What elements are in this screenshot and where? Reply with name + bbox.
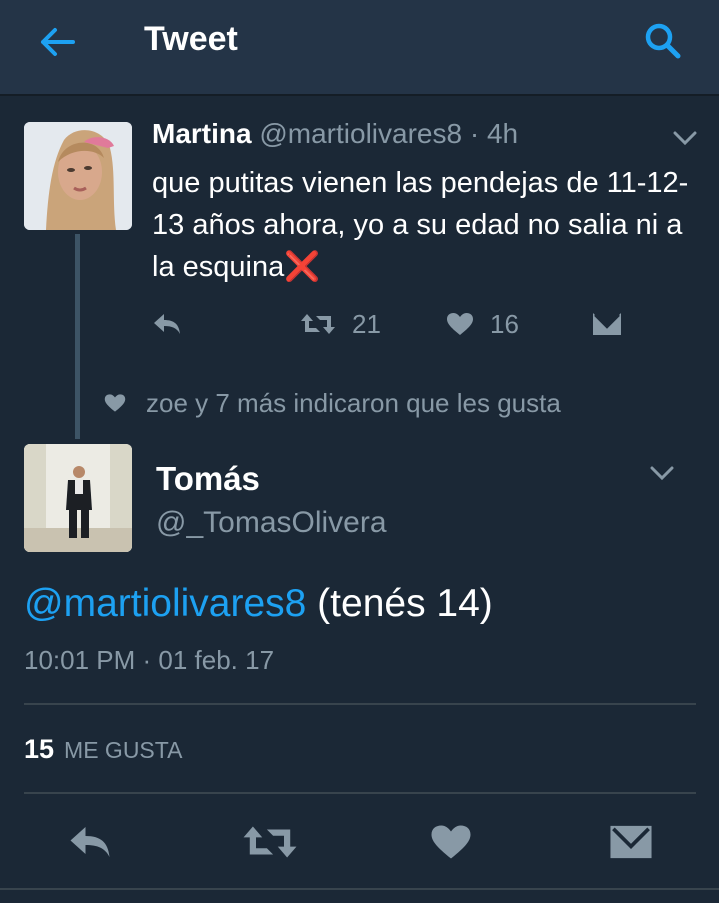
heart-icon (447, 313, 473, 335)
tweet-actions: 21 16 (152, 302, 632, 346)
cross-mark-emoji: ❌ (284, 251, 321, 283)
divider (0, 888, 719, 890)
envelope-icon (593, 313, 621, 335)
like-count: 16 (490, 308, 519, 339)
back-button[interactable] (34, 22, 80, 62)
app-header: Tweet (0, 0, 719, 96)
retweet-icon (243, 826, 297, 858)
author-name[interactable]: Tomás (156, 460, 260, 498)
like-button[interactable] (421, 812, 481, 872)
tweet-timestamp: 10:01 PM · 01 feb. 17 (24, 645, 275, 675)
arrow-left-icon (41, 28, 75, 56)
chevron-down-icon (650, 466, 674, 480)
chevron-down-icon (673, 131, 697, 145)
mention-link[interactable]: @martiolivares8 (24, 582, 306, 625)
author-handle[interactable]: @martiolivares8 (259, 118, 462, 149)
tweet-options-button[interactable] (647, 463, 677, 483)
tweet-text: @martiolivares8 (tenés 14) (24, 582, 493, 626)
retweet-icon (301, 314, 335, 334)
tweet-body: (tenés 14) (306, 582, 493, 625)
heart-icon (431, 825, 471, 859)
tweet-time: · 4h (469, 118, 519, 149)
direct-message-button[interactable] (601, 812, 661, 872)
likes-summary[interactable]: 15 ME GUSTA (24, 734, 182, 765)
direct-message-button[interactable] (592, 302, 622, 346)
page-title: Tweet (144, 20, 238, 58)
reply-button[interactable] (152, 302, 182, 346)
divider (24, 703, 696, 705)
reply-icon (154, 314, 180, 334)
like-button[interactable]: 16 (446, 302, 519, 346)
envelope-icon (610, 825, 652, 859)
tweet-body: que putitas vienen las pendejas de 11-12… (152, 167, 689, 283)
likes-count: 15 (24, 734, 55, 764)
search-icon (645, 23, 681, 59)
reply-button[interactable] (60, 812, 120, 872)
likes-label: ME GUSTA (64, 737, 183, 763)
heart-icon (104, 394, 126, 412)
avatar[interactable] (24, 122, 132, 230)
main-tweet-actions (0, 812, 719, 876)
author-handle[interactable]: @_TomasOlivera (156, 506, 387, 540)
retweet-button[interactable]: 21 (300, 302, 381, 346)
liked-by-row[interactable]: zoe y 7 más indicaron que les gusta (104, 386, 561, 420)
author-name[interactable]: Martina (152, 118, 252, 149)
retweet-count: 21 (352, 308, 381, 339)
thread-line (75, 234, 80, 439)
profile-photo (24, 444, 132, 552)
retweet-button[interactable] (240, 812, 300, 872)
profile-photo (24, 122, 132, 230)
avatar[interactable] (24, 444, 132, 552)
liked-by-text: zoe y 7 más indicaron que les gusta (146, 387, 561, 418)
reply-icon (70, 827, 110, 857)
tweet-text: que putitas vienen las pendejas de 11-12… (152, 162, 697, 288)
tweet-header: Martina @martiolivares8 · 4h (152, 118, 518, 150)
search-button[interactable] (640, 20, 686, 62)
tweet-options-button[interactable] (670, 128, 700, 148)
divider (24, 792, 696, 794)
